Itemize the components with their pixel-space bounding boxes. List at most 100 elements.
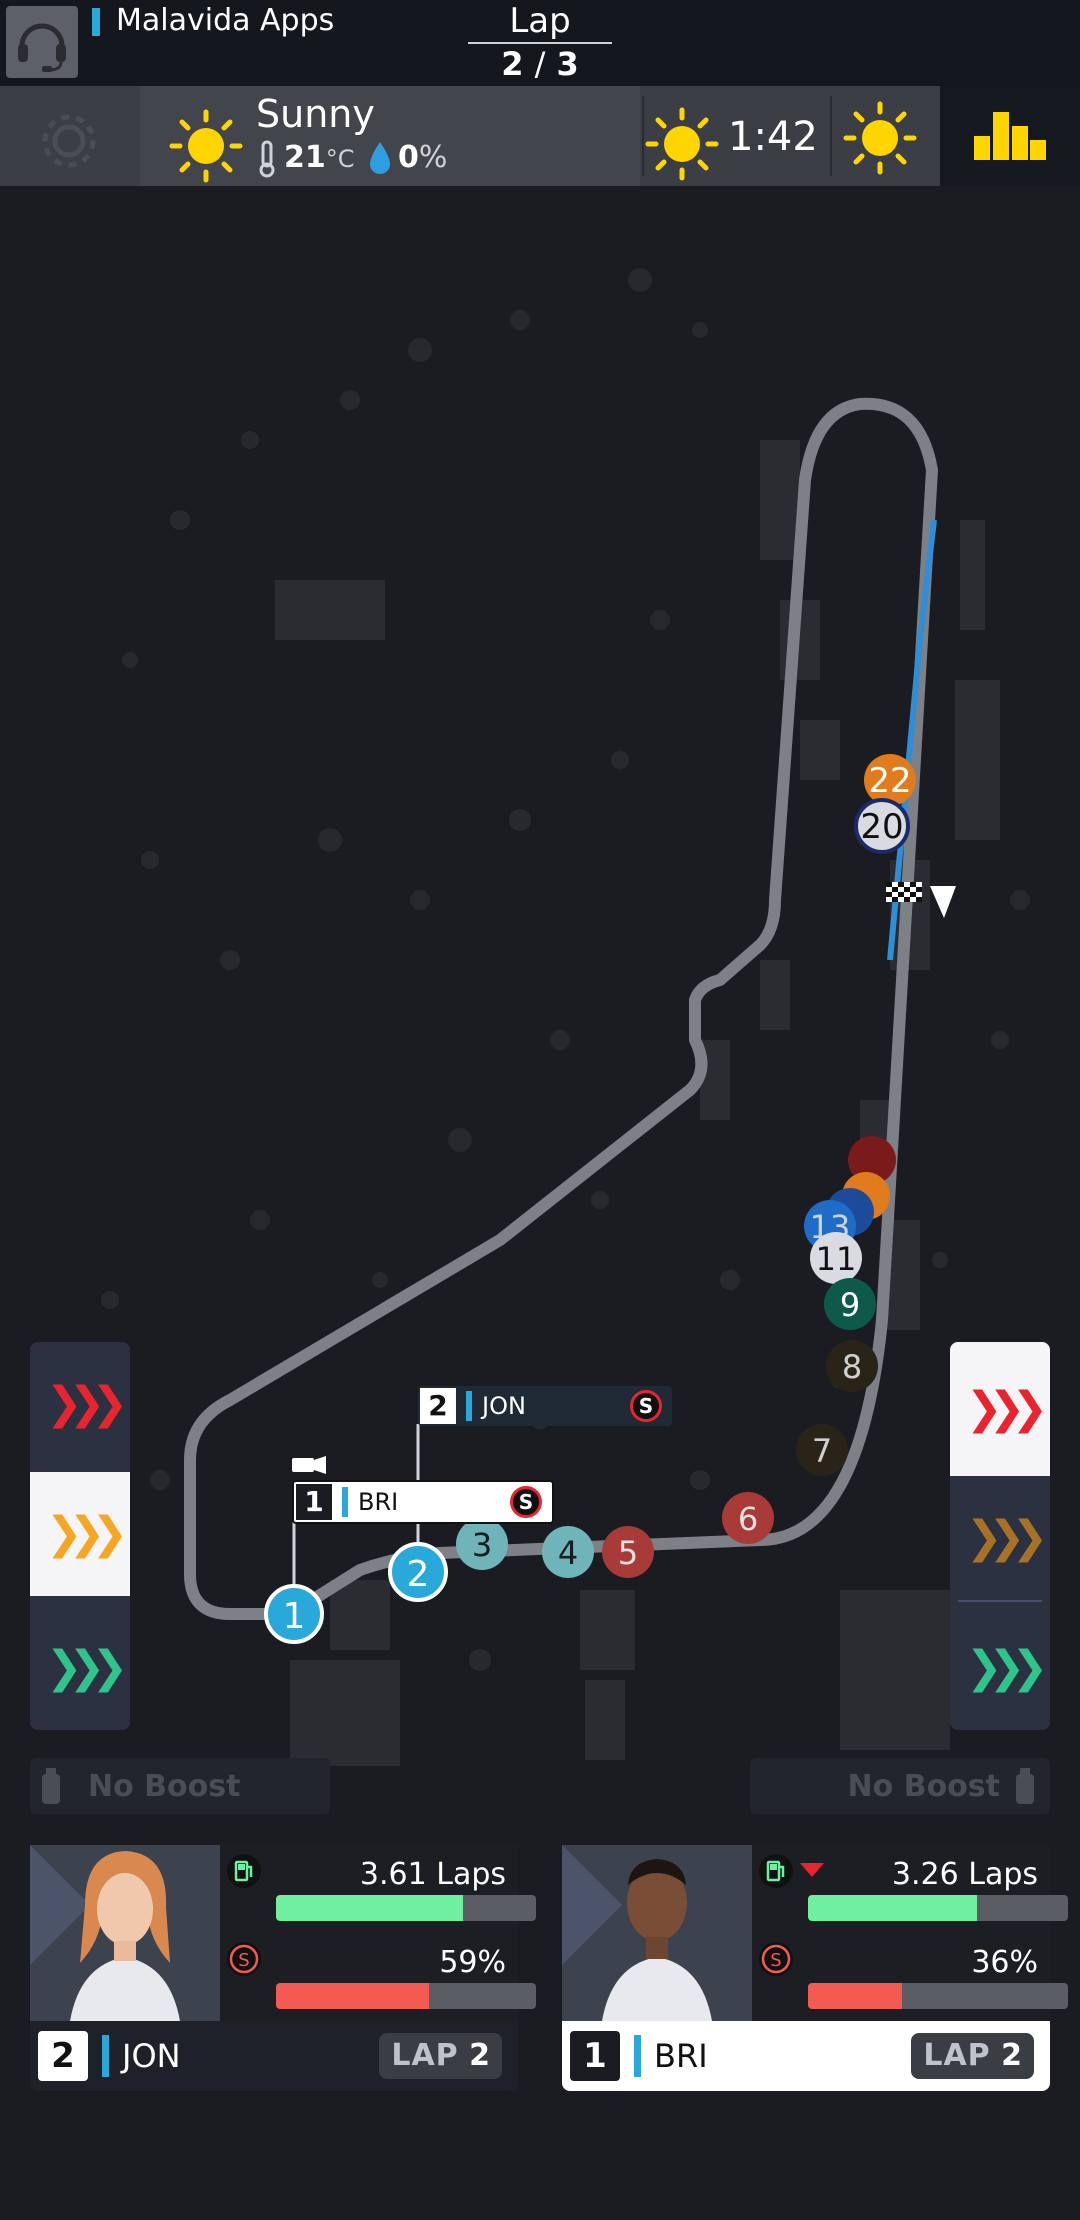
callout-position: 2 <box>420 1388 456 1424</box>
svg-text:8: 8 <box>842 1348 862 1386</box>
temperature-value: 21 <box>284 140 326 175</box>
chevron-red-icon: ❯❯❯ <box>965 1383 1049 1434</box>
standings-icon <box>974 112 1046 160</box>
tyre-soft-icon: S <box>510 1486 542 1518</box>
camera-icon[interactable] <box>292 1456 326 1474</box>
position-badge: 2 <box>38 2031 88 2081</box>
thermometer-icon <box>259 140 275 178</box>
car-marker[interactable]: 11 <box>810 1232 862 1284</box>
boost-canister-icon <box>42 1768 60 1804</box>
callout-accent <box>466 1391 472 1421</box>
driver-card-jon[interactable]: 3.61 Laps S 59% 2 JON LAP 2 <box>30 1845 536 2091</box>
lap-value: 2 <box>469 2038 490 2073</box>
car-marker[interactable]: 3 <box>456 1518 508 1570</box>
fuel-laps: 3.26 Laps <box>891 1857 1038 1892</box>
lap-value: 2 <box>1001 2038 1022 2073</box>
car-marker[interactable]: 7 <box>796 1424 848 1476</box>
driver-footer: 2 JON LAP 2 <box>30 2021 518 2091</box>
top-bar: Malavida Apps Lap 2 / 3 <box>0 0 1080 86</box>
svg-text:7: 7 <box>812 1432 832 1470</box>
chevron-orange-icon: ❯❯❯ <box>965 1512 1049 1563</box>
svg-text:20: 20 <box>860 807 903 847</box>
tyre-wear: 36% <box>971 1945 1038 1980</box>
sun-icon <box>169 109 243 183</box>
fuel-laps: 3.61 Laps <box>359 1857 506 1892</box>
player-car-marker[interactable]: 1 <box>264 1584 324 1644</box>
lap-title: Lap <box>509 1 571 41</box>
chevron-red-icon: ❯❯❯ <box>45 1378 129 1429</box>
fuel-icon <box>227 1854 261 1888</box>
car-marker[interactable]: 8 <box>826 1340 878 1392</box>
fuel-bar <box>276 1895 536 1921</box>
standings-button[interactable] <box>940 86 1080 186</box>
fuel-bar-fill <box>808 1895 977 1921</box>
svg-text:2: 2 <box>407 1554 430 1595</box>
weather-separator <box>830 96 832 176</box>
driver-callout-bri[interactable]: 1 BRI S <box>292 1480 554 1524</box>
driver-stats: 3.61 Laps S 59% <box>220 1845 536 2021</box>
tyre-bar <box>808 1983 1068 2009</box>
driver-callout-jon[interactable]: 2 JON S <box>418 1386 672 1426</box>
pace-attack-button[interactable]: ❯❯❯ <box>950 1342 1050 1476</box>
car-marker[interactable]: 6 <box>722 1492 774 1544</box>
fuel-bar-fill <box>276 1895 464 1921</box>
pace-selector-right: ❯❯❯ ❯❯❯ ❯❯❯ <box>950 1342 1050 1730</box>
tyre-bar-fill <box>808 1983 902 2009</box>
app-accent-bar <box>92 8 100 36</box>
weather-condition: Sunny <box>256 92 375 136</box>
track-map: 22 20 13 11 9 8 7 6 5 4 3 2 1 <box>101 268 1030 1766</box>
boost-label: No Boost <box>847 1768 1000 1804</box>
tyre-soft-icon: S <box>630 1390 662 1422</box>
boost-left[interactable]: No Boost <box>30 1758 330 1814</box>
lap-current: 2 <box>501 45 524 83</box>
driver-card-bri[interactable]: 3.26 Laps S 36% 1 BRI LAP 2 <box>562 1845 1068 2091</box>
svg-text:1: 1 <box>283 1596 306 1637</box>
car-marker[interactable]: 20 <box>854 798 910 854</box>
svg-text:3: 3 <box>472 1526 492 1564</box>
chevron-orange-icon: ❯❯❯ <box>45 1508 129 1559</box>
lap-counter: Lap 2 / 3 <box>468 0 612 84</box>
lap-label: LAP <box>923 2038 991 2073</box>
app-name: Malavida Apps <box>116 3 335 38</box>
pace-conserve-button[interactable]: ❯❯❯ <box>30 1606 130 1730</box>
forecast-time: 1:42 <box>728 114 818 160</box>
driver-stats: 3.26 Laps S 36% <box>752 1845 1068 2021</box>
driver-footer: 1 BRI LAP 2 <box>562 2021 1050 2091</box>
fuel-bar <box>808 1895 1068 1921</box>
lap-label: LAP <box>391 2038 459 2073</box>
pace-divider <box>958 1600 1042 1602</box>
temperature-unit: °C <box>325 145 355 173</box>
pace-normal-button[interactable]: ❯❯❯ <box>950 1476 1050 1600</box>
car-marker[interactable]: 4 <box>542 1526 594 1578</box>
rain-value: 0 <box>398 140 419 175</box>
gear-icon[interactable] <box>34 106 104 176</box>
pace-attack-button[interactable]: ❯❯❯ <box>30 1342 130 1466</box>
car-marker[interactable]: 22 <box>864 754 916 806</box>
rain-chance: 0% <box>398 138 447 178</box>
driver-portrait-image <box>562 1845 712 2021</box>
tyre-soft-icon: S <box>759 1942 793 1976</box>
pace-normal-button[interactable]: ❯❯❯ <box>30 1472 130 1596</box>
player-car-marker[interactable]: 2 <box>388 1542 448 1602</box>
svg-text:S: S <box>770 1950 781 1971</box>
name-accent <box>102 2035 109 2077</box>
driver-name: JON <box>122 2037 181 2075</box>
callout-position: 1 <box>296 1484 332 1520</box>
tyre-bar-fill <box>276 1983 430 2009</box>
car-marker[interactable]: 5 <box>602 1526 654 1578</box>
pace-conserve-button[interactable]: ❯❯❯ <box>950 1606 1050 1730</box>
sun-icon <box>645 107 719 181</box>
driver-lap-pill: LAP 2 <box>911 2033 1034 2079</box>
fuel-icon <box>759 1854 793 1888</box>
headset-avatar[interactable] <box>6 6 78 78</box>
car-marker[interactable]: 9 <box>824 1278 876 1330</box>
lap-separator: / <box>534 45 546 83</box>
name-accent <box>634 2035 641 2077</box>
rain-unit: % <box>418 140 448 175</box>
boost-right[interactable]: No Boost <box>750 1758 1050 1814</box>
svg-text:11: 11 <box>816 1240 857 1278</box>
tyre-wear: 59% <box>439 1945 506 1980</box>
callout-accent <box>342 1487 348 1517</box>
callout-name: BRI <box>358 1488 399 1516</box>
svg-text:4: 4 <box>558 1534 578 1572</box>
